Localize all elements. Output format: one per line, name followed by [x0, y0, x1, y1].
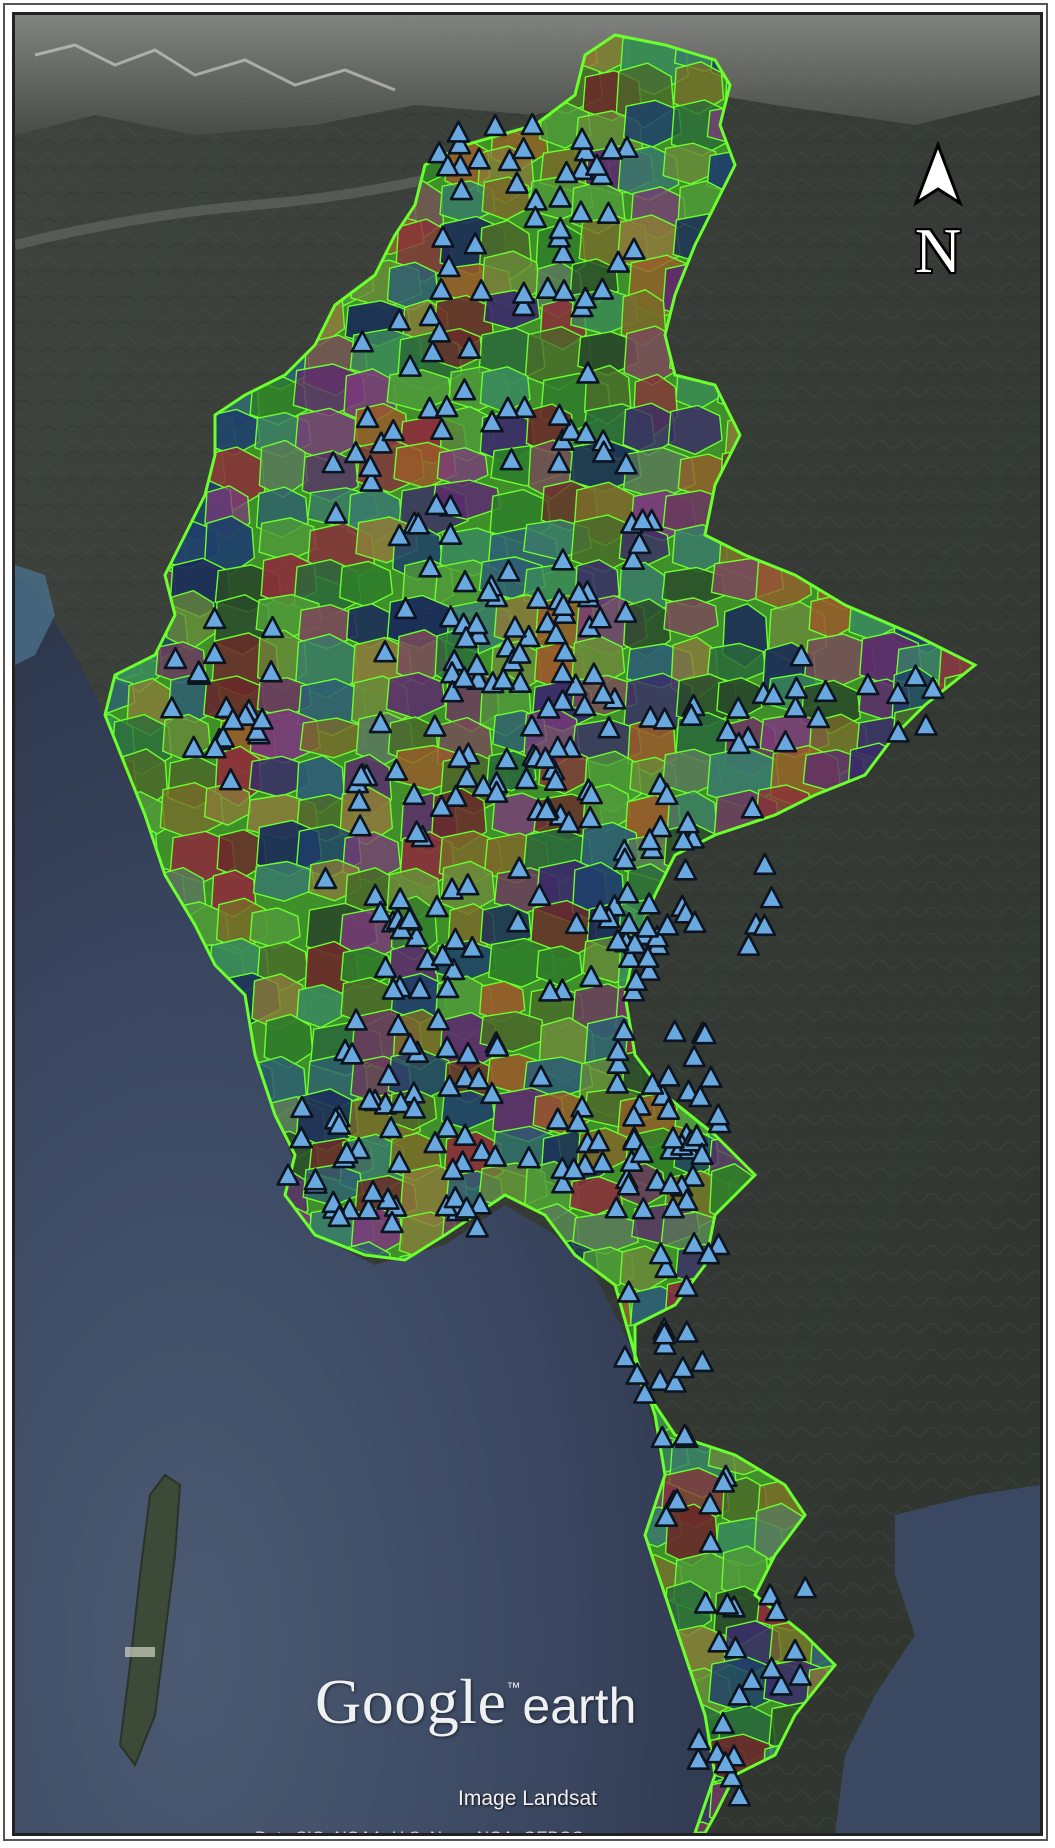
data-credits: Data SIO, NOAA, U.S. Navy, NGA, GEBCO — [255, 1825, 815, 1833]
satellite-map[interactable] — [15, 15, 1040, 1833]
north-arrow-icon — [912, 141, 964, 207]
island-cloud — [125, 1647, 155, 1657]
map-viewport[interactable]: N Google™earth Image Landsat Data SIO, N… — [12, 12, 1043, 1836]
compass-letter: N — [914, 215, 962, 286]
image-attribution: Image Landsat — [458, 1787, 597, 1810]
logo-earth-text: earth — [522, 1678, 637, 1734]
logo-google-text: Google — [315, 1666, 507, 1737]
google-earth-logo: Google™earth — [315, 1665, 735, 1755]
logo-trademark: ™ — [506, 1679, 521, 1695]
compass: N — [908, 141, 968, 286]
